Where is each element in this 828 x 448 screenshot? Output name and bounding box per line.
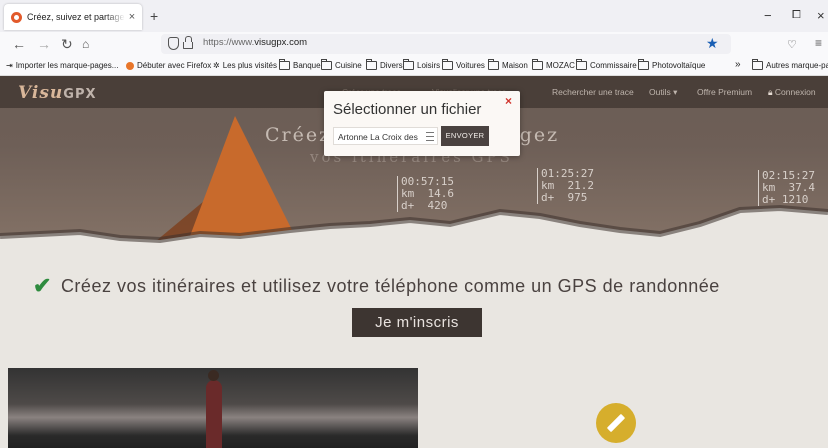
bookmarks-overflow-icon[interactable]: » — [735, 59, 741, 70]
reload-icon[interactable]: ↻ — [61, 36, 73, 53]
bookmark-folder-loisirs[interactable]: Loisirs — [403, 59, 441, 70]
firefox-icon — [126, 61, 134, 70]
tagline: ✔ Créez vos itinéraires et utilisez votr… — [33, 273, 720, 299]
terrain-profile — [0, 204, 828, 254]
maximize-button[interactable]: ⧠ — [792, 9, 801, 22]
tab-title: Créez, suivez et partagez vos itinéraire… — [27, 12, 125, 22]
folder-icon — [638, 59, 649, 70]
file-input[interactable]: Artonne La Croix des — [333, 127, 438, 145]
bookmark-import[interactable]: ⇥ Importer les marque-pages... — [6, 61, 118, 70]
lock-icon[interactable] — [183, 36, 193, 49]
nav-login-label: Connexion — [774, 87, 816, 97]
bookmark-label: Importer les marque-pages... — [15, 61, 119, 70]
bookmark-label: Les plus visités — [222, 61, 277, 70]
bookmark-folder-voitures[interactable]: Voitures — [442, 59, 485, 70]
bookmark-label: Loisirs — [417, 61, 441, 70]
forward-icon[interactable]: → — [37, 36, 51, 52]
file-menu-icon[interactable] — [426, 132, 434, 141]
bookmark-label: Divers — [380, 61, 403, 70]
window-close-button[interactable]: × — [817, 8, 825, 23]
folder-icon — [403, 59, 414, 70]
address-bar[interactable]: https://www.visugpx.com ★ — [161, 34, 731, 54]
home-icon[interactable]: ⌂ — [82, 37, 89, 51]
gear-icon: ✲ — [213, 61, 220, 70]
bookmark-label: Voitures — [456, 61, 485, 70]
bookmark-label: MOZAC — [546, 61, 575, 70]
nav-search-trace[interactable]: Rechercher une trace — [552, 87, 634, 97]
url-text[interactable]: https://www.visugpx.com — [203, 37, 307, 48]
modal-title: Sélectionner un fichier — [333, 101, 482, 118]
bookmark-label: Photovoltaïque — [652, 61, 706, 70]
url-prefix: https://www. — [203, 37, 255, 48]
url-domain: visugpx.com — [254, 37, 308, 48]
nav-premium[interactable]: Offre Premium — [697, 87, 752, 97]
nav-login[interactable]: 🔒︎ Connexion — [768, 87, 816, 98]
shield-icon[interactable] — [168, 37, 179, 50]
logo-caps: GPX — [63, 87, 97, 102]
bookmark-firefox[interactable]: Débuter avec Firefox — [126, 61, 211, 70]
folder-icon — [442, 59, 453, 70]
runner-figure — [206, 370, 222, 448]
site-logo[interactable]: VisuGPX — [18, 83, 97, 103]
tab-bar: Créez, suivez et partagez vos itinéraire… — [0, 0, 828, 32]
bookmark-label: Commissaire — [590, 61, 637, 70]
runner-photo — [8, 368, 418, 448]
folder-icon — [532, 59, 543, 70]
bookmark-folder-mozac[interactable]: MOZAC — [532, 59, 575, 70]
bookmark-folder-banque[interactable]: Banque — [279, 59, 321, 70]
bookmark-folder-other[interactable]: Autres marque-pages — [752, 59, 828, 70]
folder-icon — [279, 59, 290, 70]
bookmark-label: Cuisine — [335, 61, 362, 70]
bookmark-label: Débuter avec Firefox — [137, 61, 212, 70]
signup-button[interactable]: Je m'inscris — [352, 308, 482, 337]
lock-icon: 🔒︎ — [768, 87, 773, 97]
import-icon: ⇥ — [6, 61, 13, 70]
submit-button[interactable]: ENVOYER — [441, 126, 489, 146]
bookmark-label: Autres marque-pages — [766, 61, 828, 70]
file-upload-modal: Sélectionner un fichier × Artonne La Cro… — [324, 91, 520, 156]
nav-tools[interactable]: Outils ▾ — [649, 87, 677, 98]
site-favicon-icon — [11, 11, 22, 23]
bookmark-folder-commissaire[interactable]: Commissaire — [576, 59, 637, 70]
menu-icon[interactable]: ≡ — [815, 36, 822, 50]
bookmark-folder-divers[interactable]: Divers — [366, 59, 403, 70]
bookmark-folder-cuisine[interactable]: Cuisine — [321, 59, 362, 70]
folder-icon — [488, 59, 499, 70]
bookmark-label: Banque — [293, 61, 321, 70]
web-page: Créez, suivez et partagez vos itinéraire… — [0, 76, 828, 448]
back-icon[interactable]: ← — [12, 36, 26, 52]
checkmark-icon: ✔ — [33, 273, 52, 298]
bookmark-folder-maison[interactable]: Maison — [488, 59, 528, 70]
nav-toolbar: ← → ↻ ⌂ https://www.visugpx.com ★ ♡ ≡ — [0, 32, 828, 57]
tab-close-icon[interactable]: × — [125, 11, 139, 23]
bookmark-label: Maison — [502, 61, 528, 70]
bookmarks-toolbar: ⇥ Importer les marque-pages... Débuter av… — [0, 57, 828, 76]
new-tab-button[interactable]: + — [150, 8, 158, 24]
pencil-icon — [596, 403, 636, 443]
tagline-text: Créez vos itinéraires et utilisez votre … — [60, 275, 720, 296]
folder-icon — [752, 59, 763, 70]
pocket-icon[interactable]: ♡ — [787, 38, 797, 51]
modal-close-icon[interactable]: × — [505, 94, 512, 108]
bookmark-folder-photovoltaique[interactable]: Photovoltaïque — [638, 59, 706, 70]
logo-script: Visu — [18, 83, 64, 103]
folder-icon — [366, 59, 377, 70]
folder-icon — [576, 59, 587, 70]
minimize-button[interactable]: − — [764, 8, 772, 23]
bookmark-star-icon[interactable]: ★ — [706, 35, 719, 52]
folder-icon — [321, 59, 332, 70]
bookmark-most-visited[interactable]: ✲ Les plus visités — [213, 61, 277, 70]
tab-active[interactable]: Créez, suivez et partagez vos itinéraire… — [4, 4, 142, 30]
